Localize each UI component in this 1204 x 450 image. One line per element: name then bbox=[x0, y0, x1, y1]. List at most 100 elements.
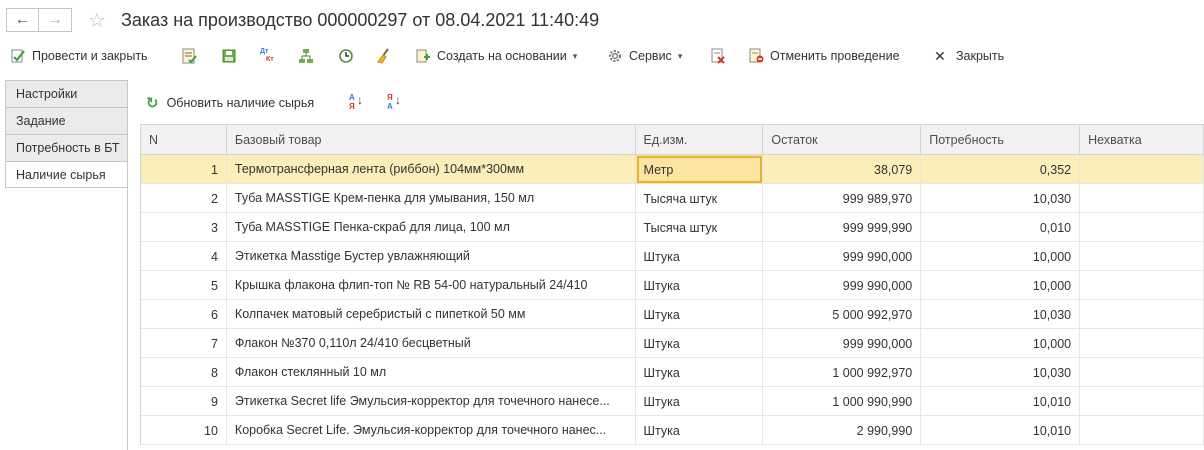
refresh-availability-button[interactable]: ↻ Обновить наличие сырья bbox=[146, 92, 314, 114]
table-row[interactable]: 5 Крышка флакона флип-топ № RB 54-00 нату… bbox=[141, 271, 1204, 300]
post-button[interactable] bbox=[181, 44, 203, 68]
column-header-unit[interactable]: Ед.изм. bbox=[636, 125, 764, 155]
need-cell[interactable]: 0,352 bbox=[921, 155, 1081, 184]
stock-cell[interactable]: 5 000 992,970 bbox=[763, 300, 922, 329]
need-cell[interactable]: 10,010 bbox=[921, 387, 1081, 416]
table-row[interactable]: 7 Флакон №370 0,110л 24/410 бесцветный Шту… bbox=[141, 329, 1204, 358]
base-product-cell[interactable]: Термотрансферная лента (риббон) 104мм*30… bbox=[227, 155, 636, 184]
unit-cell[interactable]: Штука bbox=[636, 416, 764, 445]
create-based-on-button[interactable]: Создать на основании ▾ bbox=[415, 44, 577, 68]
stock-cell[interactable]: 1 000 992,970 bbox=[763, 358, 922, 387]
need-cell[interactable]: 10,000 bbox=[921, 271, 1081, 300]
tab-bt-need[interactable]: Потребность в БТ bbox=[5, 134, 128, 161]
post-and-close-button[interactable]: Провести и закрыть bbox=[10, 44, 148, 68]
sort-descending-button[interactable]: Я А ↓ bbox=[386, 94, 406, 112]
row-number-cell[interactable]: 4 bbox=[141, 242, 227, 271]
row-number-cell[interactable]: 2 bbox=[141, 184, 227, 213]
base-product-cell[interactable]: Этикетка Secret life Эмульсия-корректор … bbox=[227, 387, 636, 416]
base-product-cell[interactable]: Туба MASSTIGE Крем-пенка для умывания, 1… bbox=[227, 184, 636, 213]
need-cell[interactable]: 10,000 bbox=[921, 242, 1081, 271]
shortage-cell[interactable] bbox=[1080, 213, 1204, 242]
base-product-cell[interactable]: Коробка Secret Life. Эмульсия-корректор … bbox=[227, 416, 636, 445]
sort-ascending-button[interactable]: А Я ↓ bbox=[348, 94, 368, 112]
stock-cell[interactable]: 999 990,000 bbox=[763, 242, 922, 271]
column-header-base-product[interactable]: Базовый товар bbox=[227, 125, 636, 155]
need-cell[interactable]: 10,000 bbox=[921, 329, 1081, 358]
close-button[interactable]: ✕ Закрыть bbox=[934, 44, 1004, 68]
tab-settings[interactable]: Настройки bbox=[5, 80, 128, 107]
stock-cell[interactable]: 1 000 990,990 bbox=[763, 387, 922, 416]
table-row[interactable]: 2 Туба MASSTIGE Крем-пенка для умывания, … bbox=[141, 184, 1204, 213]
column-header-shortage[interactable]: Нехватка bbox=[1080, 125, 1204, 155]
stock-cell[interactable]: 999 999,990 bbox=[763, 213, 922, 242]
unit-cell[interactable]: Тысяча штук bbox=[636, 184, 764, 213]
shortage-cell[interactable] bbox=[1080, 358, 1204, 387]
base-product-cell[interactable]: Этикетка Masstige Бустер увлажняющий bbox=[227, 242, 636, 271]
base-product-cell[interactable]: Крышка флакона флип-топ № RB 54-00 натур… bbox=[227, 271, 636, 300]
need-cell[interactable]: 10,030 bbox=[921, 184, 1081, 213]
stock-cell[interactable]: 999 990,000 bbox=[763, 329, 922, 358]
column-header-need[interactable]: Потребность bbox=[921, 125, 1081, 155]
stock-cell[interactable]: 38,079 bbox=[763, 155, 922, 184]
row-number-cell[interactable]: 6 bbox=[141, 300, 227, 329]
shortage-cell[interactable] bbox=[1080, 387, 1204, 416]
unit-cell[interactable]: Штука bbox=[636, 329, 764, 358]
shortage-cell[interactable] bbox=[1080, 242, 1204, 271]
back-button[interactable]: ← bbox=[6, 8, 39, 32]
table-row[interactable]: 10 Коробка Secret Life. Эмульсия-корректо… bbox=[141, 416, 1204, 445]
forward-button[interactable]: → bbox=[39, 8, 72, 32]
table-row[interactable]: 8 Флакон стеклянный 10 мл Штука 1 000 992,9… bbox=[141, 358, 1204, 387]
cancel-posting-button[interactable]: Отменить проведение bbox=[748, 44, 900, 68]
need-cell[interactable]: 10,010 bbox=[921, 416, 1081, 445]
shortage-cell[interactable] bbox=[1080, 329, 1204, 358]
row-number-cell[interactable]: 8 bbox=[141, 358, 227, 387]
base-product-cell-text: Колпачек матовый серебристый с пипеткой … bbox=[234, 307, 526, 321]
shortage-cell[interactable] bbox=[1080, 300, 1204, 329]
close-label: Закрыть bbox=[956, 49, 1005, 63]
table-row[interactable]: 9 Этикетка Secret life Эмульсия-корректор… bbox=[141, 387, 1204, 416]
shortage-cell[interactable] bbox=[1080, 271, 1204, 300]
save-button[interactable] bbox=[221, 44, 243, 68]
unit-cell[interactable]: Тысяча штук bbox=[636, 213, 764, 242]
row-number-cell[interactable]: 9 bbox=[141, 387, 227, 416]
row-number-cell[interactable]: 10 bbox=[141, 416, 227, 445]
unit-cell[interactable]: Штука bbox=[636, 271, 764, 300]
unit-cell[interactable]: Штука bbox=[636, 300, 764, 329]
unit-cell[interactable]: Метр bbox=[635, 155, 764, 184]
row-number-cell[interactable]: 7 bbox=[141, 329, 227, 358]
need-cell[interactable]: 10,030 bbox=[921, 300, 1081, 329]
dt-kt-button[interactable]: Дт Кт bbox=[259, 44, 281, 68]
delete-mark-button[interactable] bbox=[710, 44, 732, 68]
row-number-cell[interactable]: 5 bbox=[141, 271, 227, 300]
base-product-cell[interactable]: Колпачек матовый серебристый с пипеткой … bbox=[227, 300, 636, 329]
table-row[interactable]: 6 Колпачек матовый серебристый с пипеткой… bbox=[141, 300, 1204, 329]
stock-cell[interactable]: 999 990,000 bbox=[763, 271, 922, 300]
table-row[interactable]: 3 Туба MASSTIGE Пенка-скраб для лица, 100… bbox=[141, 213, 1204, 242]
unit-cell[interactable]: Штука bbox=[636, 358, 764, 387]
stock-cell[interactable]: 999 989,970 bbox=[763, 184, 922, 213]
row-number-cell[interactable]: 1 bbox=[141, 155, 227, 184]
clear-button[interactable] bbox=[375, 44, 397, 68]
tab-raw-material-availability[interactable]: Наличие сырья bbox=[5, 161, 128, 188]
table-row[interactable]: 4 Этикетка Masstige Бустер увлажняющий Шту… bbox=[141, 242, 1204, 271]
need-cell[interactable]: 0,010 bbox=[921, 213, 1081, 242]
history-button[interactable] bbox=[338, 44, 360, 68]
service-menu-button[interactable]: Сервис ▾ bbox=[607, 44, 682, 68]
favorite-star-icon[interactable]: ☆ bbox=[88, 8, 106, 33]
unit-cell[interactable]: Штука bbox=[636, 387, 764, 416]
column-header-n[interactable]: N bbox=[141, 125, 227, 155]
base-product-cell[interactable]: Туба MASSTIGE Пенка-скраб для лица, 100 … bbox=[227, 213, 636, 242]
tab-task[interactable]: Задание bbox=[5, 107, 128, 134]
shortage-cell[interactable] bbox=[1080, 184, 1204, 213]
base-product-cell[interactable]: Флакон №370 0,110л 24/410 бесцветный bbox=[227, 329, 636, 358]
shortage-cell[interactable] bbox=[1080, 155, 1204, 184]
structure-button[interactable] bbox=[298, 44, 320, 68]
base-product-cell[interactable]: Флакон стеклянный 10 мл bbox=[227, 358, 636, 387]
unit-cell[interactable]: Штука bbox=[636, 242, 764, 271]
shortage-cell[interactable] bbox=[1080, 416, 1204, 445]
column-header-stock[interactable]: Остаток bbox=[763, 125, 922, 155]
need-cell[interactable]: 10,030 bbox=[921, 358, 1081, 387]
row-number-cell[interactable]: 3 bbox=[141, 213, 227, 242]
stock-cell[interactable]: 2 990,990 bbox=[763, 416, 922, 445]
table-row[interactable]: 1 Термотрансферная лента (риббон) 104мм*3… bbox=[141, 155, 1204, 184]
